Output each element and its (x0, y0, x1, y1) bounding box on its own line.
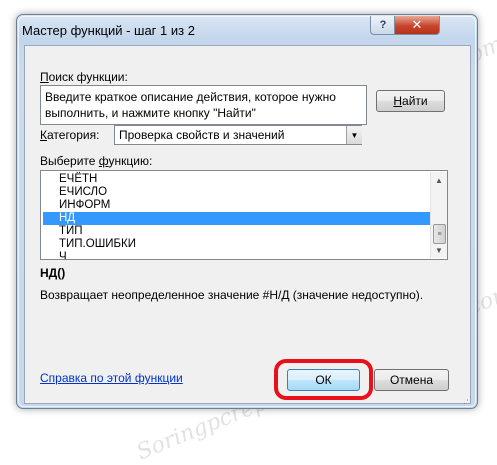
scroll-thumb[interactable]: ≡ (433, 224, 446, 244)
list-item[interactable]: ИНФОРМ (43, 199, 431, 212)
window-title: Мастер функций - шаг 1 из 2 (22, 23, 195, 38)
vertical-scrollbar[interactable]: ▲ ≡ ▼ (430, 172, 447, 258)
ok-button-highlight (274, 359, 373, 400)
chevron-down-icon[interactable]: ▼ (346, 126, 362, 144)
list-item-selected[interactable]: НД (43, 212, 431, 225)
function-list-label: Выберите функцию: (40, 154, 153, 168)
help-button[interactable]: ? (370, 16, 396, 35)
list-item[interactable]: ЕЧИСЛО (43, 186, 431, 199)
list-item[interactable]: Ч (43, 251, 431, 259)
list-item[interactable]: ТИП.ОШИБКИ (43, 238, 431, 251)
scroll-down-icon[interactable]: ▼ (431, 242, 447, 258)
function-description: Возвращает неопределенное значение #Н/Д … (40, 288, 424, 302)
category-select[interactable]: Проверка свойств и значений (114, 125, 362, 145)
function-listbox[interactable]: ЕЧЁТН ЕЧИСЛО ИНФОРМ НД ТИП ТИП.ОШИБКИ Ч (40, 170, 448, 260)
close-icon: ✕ (411, 17, 423, 32)
resize-grip-icon[interactable]: ⋰ (463, 395, 473, 405)
function-signature: НД() (40, 266, 66, 280)
cancel-button[interactable]: Отмена (374, 369, 449, 391)
search-label: Поиск функции: (40, 70, 128, 84)
function-help-link[interactable]: Справка по этой функции (40, 371, 183, 385)
list-item[interactable]: ТИП (43, 225, 431, 238)
category-label: Категория: (40, 128, 100, 142)
search-input[interactable]: Введите краткое описание действия, котор… (40, 85, 367, 125)
find-button[interactable]: Найти (376, 90, 445, 112)
scroll-up-icon[interactable]: ▲ (431, 172, 447, 188)
list-item[interactable]: ЕЧЁТН (43, 173, 431, 186)
close-button[interactable]: ✕ (394, 16, 440, 35)
